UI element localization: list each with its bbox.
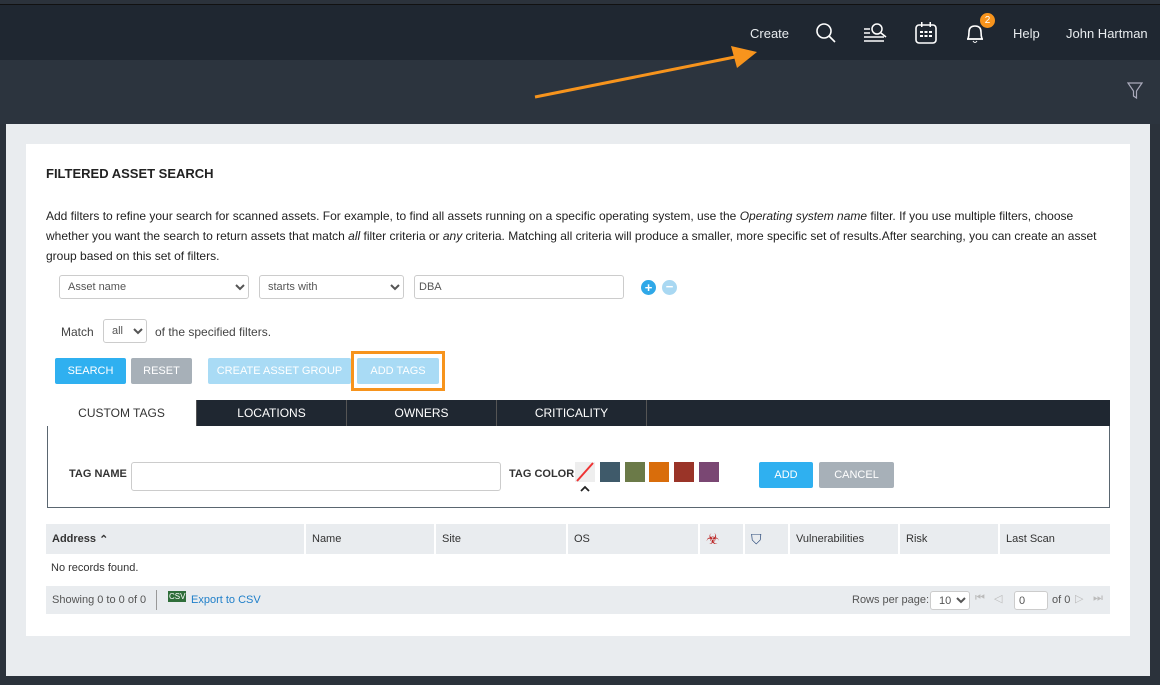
tag-color-label: TAG COLOR	[509, 468, 575, 480]
create-asset-group-button[interactable]: CREATE ASSET GROUP	[208, 358, 351, 384]
tab-locations[interactable]: LOCATIONS	[197, 400, 347, 426]
column-risk[interactable]: Risk	[900, 524, 998, 554]
calendar-icon[interactable]	[914, 5, 938, 61]
tab-owners[interactable]: OWNERS	[347, 400, 497, 426]
filtered-asset-search-panel: FILTERED ASSET SEARCH Add filters to ref…	[26, 144, 1130, 636]
column-exploit-icon[interactable]: ⛉	[745, 524, 788, 554]
prev-page-icon[interactable]: ◁	[994, 592, 1002, 605]
content-area: FILTERED ASSET SEARCH Add filters to ref…	[6, 124, 1150, 676]
add-tags-button[interactable]: ADD TAGS	[357, 358, 439, 384]
filter-value-input[interactable]	[414, 275, 624, 299]
column-name[interactable]: Name	[306, 524, 434, 554]
column-site[interactable]: Site	[436, 524, 566, 554]
page-title: FILTERED ASSET SEARCH	[46, 166, 214, 181]
last-page-icon[interactable]: ⏭	[1093, 592, 1103, 605]
color-swatch-olive[interactable]	[625, 462, 645, 482]
notification-badge: 2	[980, 13, 995, 28]
top-nav: Create 2 Help John Hartman	[0, 4, 1160, 60]
rows-per-page-select[interactable]: 10	[930, 591, 970, 610]
remove-filter-icon[interactable]: −	[662, 280, 677, 295]
column-os[interactable]: OS	[568, 524, 698, 554]
filter-icon[interactable]	[1127, 82, 1143, 100]
add-tag-button[interactable]: ADD	[759, 462, 813, 488]
page-total: of 0	[1052, 594, 1071, 606]
color-swatch-orange[interactable]	[649, 462, 669, 482]
create-menu[interactable]: Create	[750, 5, 789, 61]
add-tags-highlight: ADD TAGS	[351, 351, 445, 391]
color-swatch-purple[interactable]	[699, 462, 719, 482]
no-color-swatch[interactable]	[575, 462, 595, 494]
query-builder-icon[interactable]	[862, 5, 888, 61]
help-link[interactable]: Help	[1013, 5, 1040, 61]
match-select[interactable]: all	[103, 319, 147, 343]
user-menu[interactable]: John Hartman	[1066, 5, 1148, 61]
table-footer: Showing 0 to 0 of 0 CSV Export to CSV Ro…	[46, 586, 1110, 614]
reset-button[interactable]: RESET	[131, 358, 192, 384]
tag-name-input[interactable]	[131, 462, 501, 491]
tab-criticality[interactable]: CRITICALITY	[497, 400, 647, 426]
filter-operator-select[interactable]: starts with	[259, 275, 404, 299]
empty-message: No records found.	[51, 562, 139, 574]
description: Add filters to refine your search for sc…	[46, 209, 1097, 263]
filter-field-select[interactable]: Asset name	[59, 275, 249, 299]
color-swatch-slate[interactable]	[600, 462, 620, 482]
search-button[interactable]: SEARCH	[55, 358, 126, 384]
csv-icon: CSV	[168, 591, 187, 602]
tag-name-label: TAG NAME	[69, 468, 127, 480]
column-address[interactable]: Address ⌃	[46, 524, 304, 554]
rows-per-page-label: Rows per page:	[852, 594, 930, 606]
sub-header	[0, 60, 1160, 124]
search-icon[interactable]	[815, 5, 837, 61]
next-page-icon[interactable]: ▷	[1075, 592, 1083, 605]
add-filter-icon[interactable]: +	[641, 280, 656, 295]
tab-custom-tags[interactable]: CUSTOM TAGS	[47, 400, 197, 426]
bell-icon[interactable]: 2	[964, 5, 995, 61]
color-swatch-red[interactable]	[674, 462, 694, 482]
cancel-tag-button[interactable]: CANCEL	[819, 462, 894, 488]
column-vulnerabilities[interactable]: Vulnerabilities	[790, 524, 898, 554]
showing-count: Showing 0 to 0 of 0	[52, 594, 147, 606]
match-suffix: of the specified filters.	[155, 325, 272, 339]
page-input[interactable]	[1014, 591, 1048, 610]
sort-asc-icon: ⌃	[99, 533, 109, 546]
match-label: Match	[61, 325, 94, 339]
column-last-scan[interactable]: Last Scan	[1000, 524, 1110, 554]
export-csv-link[interactable]: Export to CSV	[191, 594, 261, 606]
tag-tabs: CUSTOM TAGS LOCATIONS OWNERS CRITICALITY	[47, 400, 1110, 426]
first-page-icon[interactable]: ⏮	[975, 592, 985, 605]
column-malware-icon[interactable]: ☣	[700, 524, 743, 554]
